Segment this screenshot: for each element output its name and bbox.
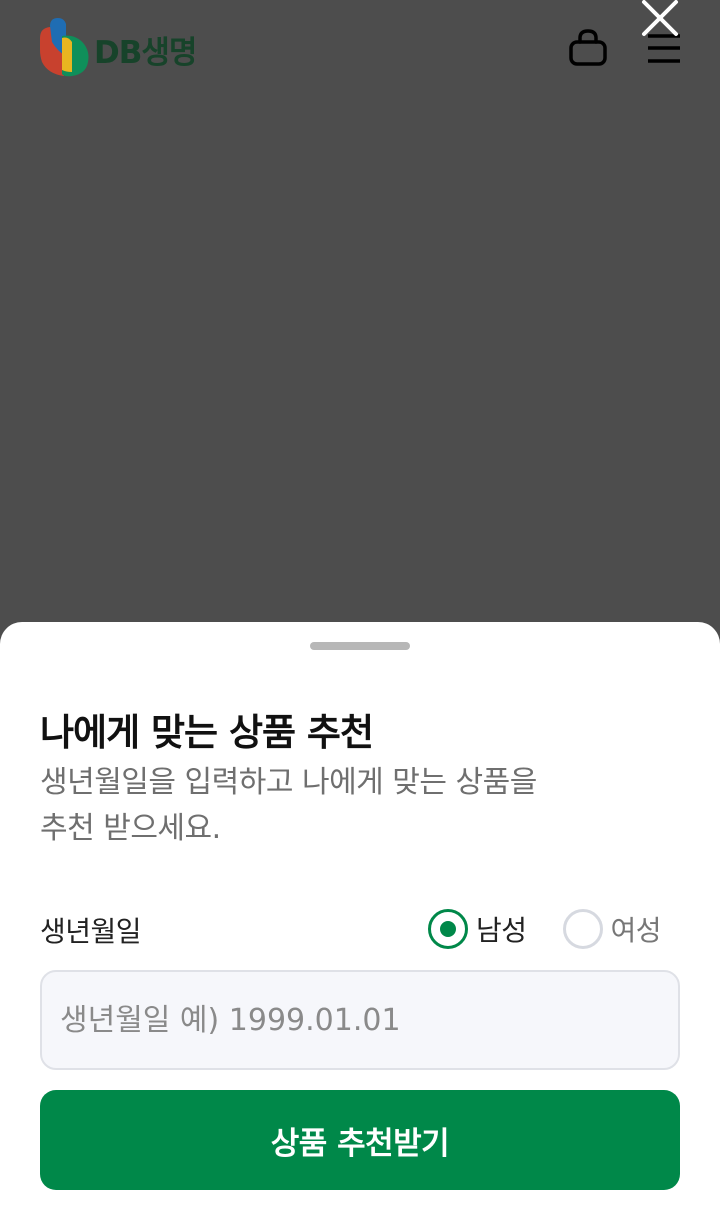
gender-radio-group: 남성 여성 <box>428 909 662 949</box>
close-icon <box>642 0 678 36</box>
recommendation-bottom-sheet: 나에게 맞는 상품 추천 생년월일을 입력하고 나에게 맞는 상품을 추천 받으… <box>0 622 720 1230</box>
birth-date-label: 생년월일 <box>40 915 142 948</box>
sheet-description: 생년월일을 입력하고 나에게 맞는 상품을 추천 받으세요. <box>40 760 640 852</box>
description-line-2: 추천 받으세요. <box>40 811 221 846</box>
sheet-title: 나에게 맞는 상품 추천 <box>40 711 374 754</box>
db-logo-mark-icon <box>40 18 89 77</box>
page-header: DB생명 <box>0 0 720 100</box>
sheet-drag-handle[interactable] <box>310 642 410 650</box>
shopping-bag-icon <box>569 29 607 66</box>
gender-female-label: 여성 <box>610 914 662 947</box>
gender-female-option[interactable]: 여성 <box>562 909 662 949</box>
logo[interactable]: DB생명 <box>38 16 197 78</box>
birth-date-input[interactable] <box>40 970 680 1070</box>
gender-male-option[interactable]: 남성 <box>428 909 527 949</box>
logo-text: DB생명 <box>94 34 197 71</box>
gender-male-label: 남성 <box>476 914 527 947</box>
get-recommendation-button[interactable]: 상품 추천받기 <box>40 1090 680 1190</box>
description-line-1: 생년월일을 입력하고 나에게 맞는 상품을 <box>40 765 537 800</box>
radio-checked-icon[interactable] <box>428 909 468 949</box>
radio-unchecked-icon[interactable] <box>562 909 603 949</box>
cart-button[interactable] <box>566 26 610 70</box>
close-button[interactable] <box>636 0 684 42</box>
